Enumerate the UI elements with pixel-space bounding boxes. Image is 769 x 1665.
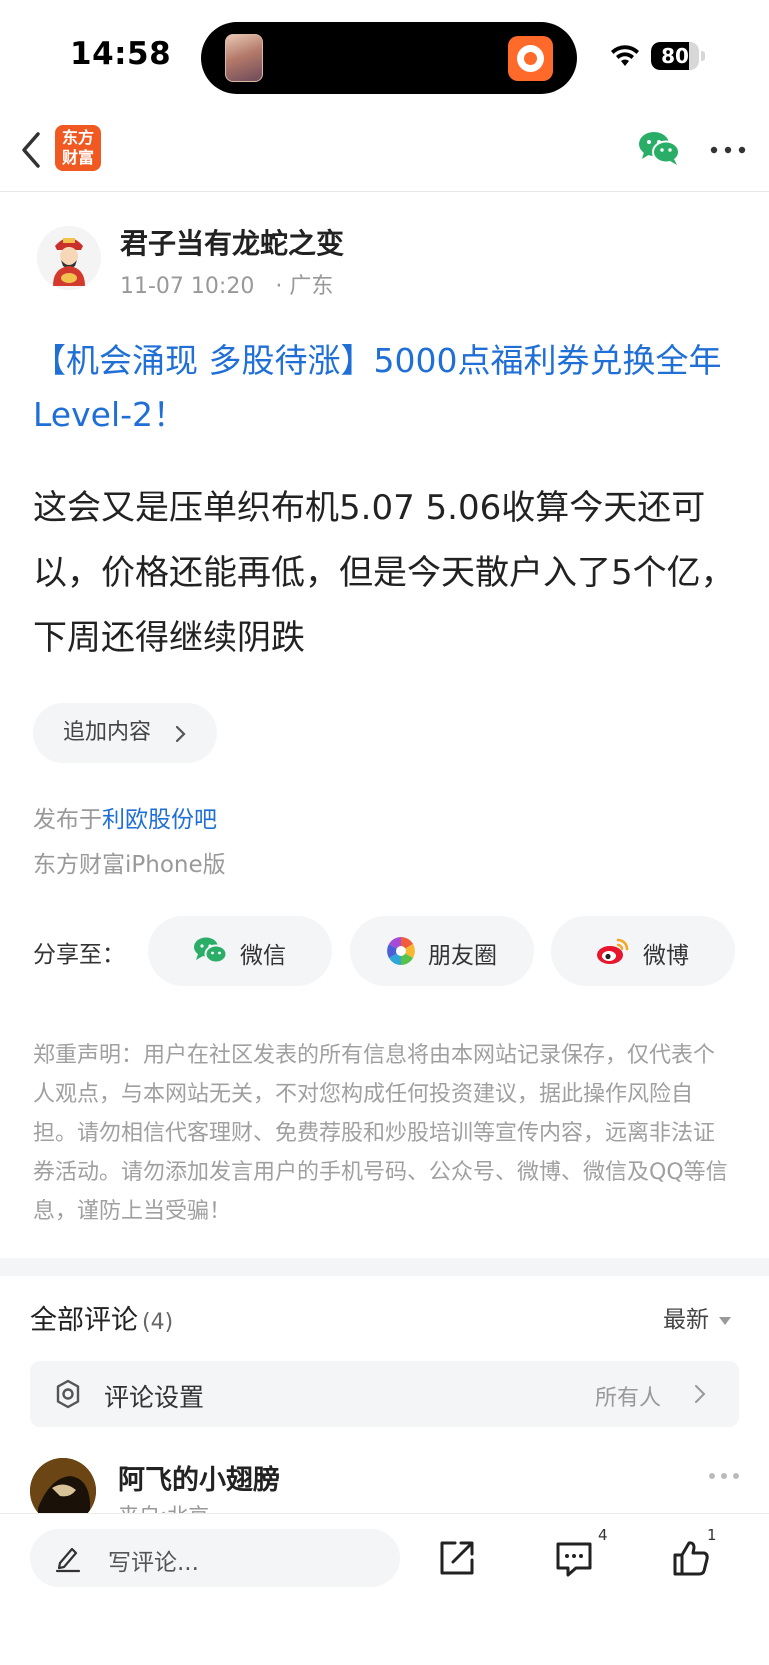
status-bar: 14:58 80 xyxy=(0,0,769,110)
write-comment-placeholder: 写评论... xyxy=(108,1550,199,1576)
wechat-share-icon[interactable] xyxy=(638,130,680,166)
chevron-right-icon xyxy=(695,1385,706,1403)
published-in: 发布于利欧股份吧 xyxy=(33,800,217,834)
weibo-icon xyxy=(597,938,629,964)
commenter-avatar[interactable] xyxy=(30,1458,96,1514)
share-wechat-button[interactable]: 微信 xyxy=(148,916,332,986)
comments-header: 全部评论 (4) xyxy=(30,1298,173,1337)
logo-line-1: 东方 xyxy=(61,128,94,147)
back-icon[interactable] xyxy=(18,130,44,170)
post-body: 这会又是压单织布机5.07 5.06收算今天还可以，价格还能再低，但是今天散户入… xyxy=(33,488,735,658)
commenter-avatar-image xyxy=(30,1458,96,1514)
comment-settings-value: 所有人 xyxy=(595,1386,662,1411)
battery-percent: 80 xyxy=(661,44,689,68)
bar-link[interactable]: 利欧股份吧 xyxy=(102,807,217,833)
post-meta: 11-07 10:20 · 广东 xyxy=(120,268,333,300)
gear-icon xyxy=(56,1379,80,1409)
share-weibo-label: 微博 xyxy=(643,943,689,969)
like-count-badge: 1 xyxy=(707,1526,717,1544)
share-weibo-button[interactable]: 微博 xyxy=(551,916,735,986)
comment-count-badge: 4 xyxy=(598,1526,608,1544)
share-icon[interactable] xyxy=(437,1538,477,1578)
comments-count: (4) xyxy=(142,1310,174,1335)
author-avatar[interactable] xyxy=(37,226,101,290)
more-icon[interactable] xyxy=(710,146,746,154)
post-title[interactable]: 【机会涌现 多股待涨】5000点福利券兑换全年Level-2！ xyxy=(33,334,733,442)
wechat-icon xyxy=(194,937,227,964)
moments-icon xyxy=(387,937,415,965)
caishen-avatar-icon xyxy=(37,226,101,290)
post-date: 11-07 10:20 xyxy=(120,274,255,299)
commenter-location: 来自:北京 xyxy=(118,1500,209,1514)
wifi-icon xyxy=(611,45,639,66)
post-location: · 广东 xyxy=(275,274,334,299)
pencil-icon xyxy=(55,1547,81,1573)
comment-icon[interactable] xyxy=(554,1538,594,1578)
bottom-action-bar: 写评论... 4 1 xyxy=(0,1513,769,1665)
add-content-label: 追加内容 xyxy=(63,720,152,745)
write-comment-input[interactable]: 写评论... xyxy=(30,1529,400,1587)
section-divider xyxy=(0,1258,769,1276)
share-label: 分享至： xyxy=(33,942,125,968)
comment-settings-row[interactable]: 评论设置 所有人 xyxy=(30,1361,739,1427)
comment-settings-label: 评论设置 xyxy=(104,1383,205,1412)
share-moments-label: 朋友圈 xyxy=(428,943,497,969)
commenter-name[interactable]: 阿飞的小翅膀 xyxy=(118,1458,280,1497)
status-time: 14:58 xyxy=(70,36,172,72)
chevron-right-icon xyxy=(175,725,186,743)
eastmoney-logo: 东方 财富 xyxy=(55,125,101,171)
live-activity-app-icon xyxy=(225,34,263,82)
dynamic-island xyxy=(201,22,577,94)
comment-more-icon[interactable] xyxy=(708,1472,740,1480)
share-wechat-label: 微信 xyxy=(240,943,286,969)
comments-title: 全部评论 xyxy=(30,1305,138,1336)
sort-label: 最新 xyxy=(663,1307,709,1333)
published-prefix: 发布于 xyxy=(33,807,102,833)
battery-cap xyxy=(701,51,705,61)
thumbs-up-icon[interactable] xyxy=(671,1538,711,1578)
battery-icon: 80 xyxy=(651,42,699,70)
add-content-button[interactable]: 追加内容 xyxy=(33,703,217,763)
comment-item[interactable]: 阿飞的小翅膀 来自:北京 xyxy=(0,1454,769,1514)
caret-down-icon xyxy=(719,1316,731,1325)
sort-dropdown[interactable]: 最新 xyxy=(663,1300,731,1334)
disclaimer: 郑重声明：用户在社区发表的所有信息将由本网站记录保存，仅代表个人观点，与本网站无… xyxy=(33,1043,728,1224)
share-moments-button[interactable]: 朋友圈 xyxy=(350,916,534,986)
author-name[interactable]: 君子当有龙蛇之变 xyxy=(120,222,344,262)
client-source: 东方财富iPhone版 xyxy=(33,852,226,878)
video-app-icon xyxy=(508,36,553,81)
logo-line-2: 财富 xyxy=(61,148,94,167)
nav-bar: 东方 财富 xyxy=(0,112,769,192)
